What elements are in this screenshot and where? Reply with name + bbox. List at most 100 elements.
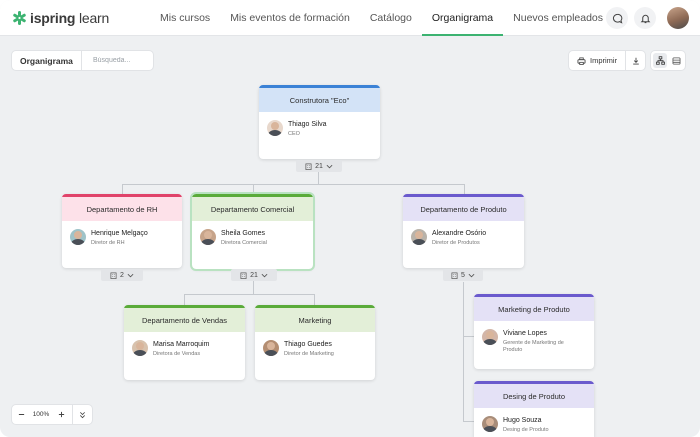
employee-role: Diretora Comercial [221,240,267,246]
building-icon [305,163,312,170]
print-label: Imprimir [590,56,618,65]
zoom-control: 100% [11,404,93,425]
org-card-design-produto[interactable]: Desing de Produto Hugo Souza Desing de P… [474,381,594,437]
employee-name: Sheila Gomes [221,230,265,237]
department-title: Construtora "Eco" [259,85,380,112]
user-avatar[interactable] [667,7,689,29]
employee-avatar [70,229,86,245]
logo-text: ispring learn [30,10,110,26]
page-title: Organigrama [12,51,82,70]
subordinates-count[interactable]: 21 [296,160,342,172]
building-icon [240,272,247,279]
chevron-down-icon [468,273,475,277]
tab-mis-cursos[interactable]: Mis cursos [150,0,220,36]
connector [184,294,185,305]
employee-role: Diretor de RH [91,240,125,246]
connector [463,282,464,422]
chat-button[interactable] [606,7,628,29]
connector [463,421,474,422]
search-input[interactable] [93,57,153,64]
org-card-produto[interactable]: Departamento de Produto Alexandre Osório… [403,194,524,268]
zoom-out-button[interactable] [12,405,30,424]
collapse-all-button[interactable] [73,405,91,424]
printer-icon [577,56,586,65]
employee-name: Henrique Melgaço [91,230,148,237]
main-nav: Mis cursos Mis eventos de formación Catá… [150,0,613,36]
employee-avatar [200,229,216,245]
employee-role: CEO [288,131,300,137]
zoom-in-button[interactable] [52,405,70,424]
tab-nuevos-empleados[interactable]: Nuevos empleados [503,0,613,36]
org-card-marketing-produto[interactable]: Marketing de Produto Viviane Lopes Geren… [474,294,594,369]
download-button[interactable] [626,57,645,65]
connector [464,184,465,194]
employee-name: Thiago Guedes [284,341,332,348]
tree-view-button[interactable] [653,53,667,68]
view-toggle [650,50,686,71]
employee-avatar [411,229,427,245]
chevron-down-icon [326,164,333,168]
zoom-value: 100% [32,411,50,418]
department-title: Marketing de Produto [474,294,594,321]
subordinates-count[interactable]: 2 [101,269,143,281]
org-card-rh[interactable]: Departamento de RH Henrique Melgaço Dire… [62,194,182,268]
org-search-bar: Organigrama [11,50,154,71]
notifications-button[interactable] [634,7,656,29]
logo-mark-icon [12,11,26,25]
employee-role: Desing de Produto [503,427,549,433]
department-title: Departamento de Produto [403,194,524,221]
bell-icon [640,14,650,23]
download-icon [632,57,639,64]
org-card-root[interactable]: Construtora "Eco" Thiago Silva CEO [259,85,380,159]
employee-name: Hugo Souza [503,417,542,424]
connector [463,336,474,337]
tab-organigrama[interactable]: Organigrama [421,0,504,36]
department-title: Marketing [255,305,375,332]
connector [184,294,315,295]
org-card-comercial[interactable]: Departamento Comercial Sheila Gomes Dire… [190,192,315,271]
department-title: Desing de Produto [474,381,594,408]
department-title: Departamento Comercial [192,194,313,221]
employee-name: Marisa Marroquim [153,341,210,348]
org-tree-icon [655,56,665,65]
connector [253,281,254,294]
employee-name: Viviane Lopes [503,330,547,337]
connector [122,184,464,185]
list-view-icon [672,56,680,65]
top-header: ispring learn Mis cursos Mis eventos de … [0,0,700,36]
employee-avatar [482,416,498,432]
employee-avatar [267,120,283,136]
print-button[interactable]: Imprimir [569,51,627,70]
employee-name: Thiago Silva [288,121,327,128]
building-icon [110,272,117,279]
connector [318,172,319,184]
connector [122,184,123,194]
subordinates-count[interactable]: 5 [443,269,483,281]
building-icon [451,272,458,279]
employee-avatar [263,340,279,356]
subordinates-count[interactable]: 21 [231,269,277,281]
print-download-group: Imprimir [568,50,646,71]
employee-role: Diretor de Marketing [284,351,334,357]
employee-role: Diretor de Produtos [432,240,480,246]
employee-role: Diretora de Vendas [153,351,201,357]
connector [253,184,254,194]
department-title: Departamento de RH [62,194,182,221]
org-card-vendas[interactable]: Departamento de Vendas Marisa Marroquim … [124,305,245,380]
list-view-button[interactable] [669,53,683,68]
minus-icon [18,414,24,415]
chat-icon [612,13,622,24]
ispring-logo[interactable]: ispring learn [12,9,109,27]
employee-avatar [482,329,498,345]
tab-mis-eventos[interactable]: Mis eventos de formación [220,0,360,36]
employee-name: Alexandre Osório [432,230,487,237]
employee-avatar [132,340,148,356]
plus-icon [58,411,64,418]
double-chevron-down-icon [79,411,85,418]
tab-catalogo[interactable]: Catálogo [360,0,422,36]
chevron-down-icon [261,273,268,277]
employee-role: Gerente de Marketing de Produto [503,340,564,353]
chevron-down-icon [127,273,134,277]
app-window: ispring learn Mis cursos Mis eventos de … [0,0,700,437]
org-card-marketing[interactable]: Marketing Thiago Guedes Diretor de Marke… [255,305,375,380]
